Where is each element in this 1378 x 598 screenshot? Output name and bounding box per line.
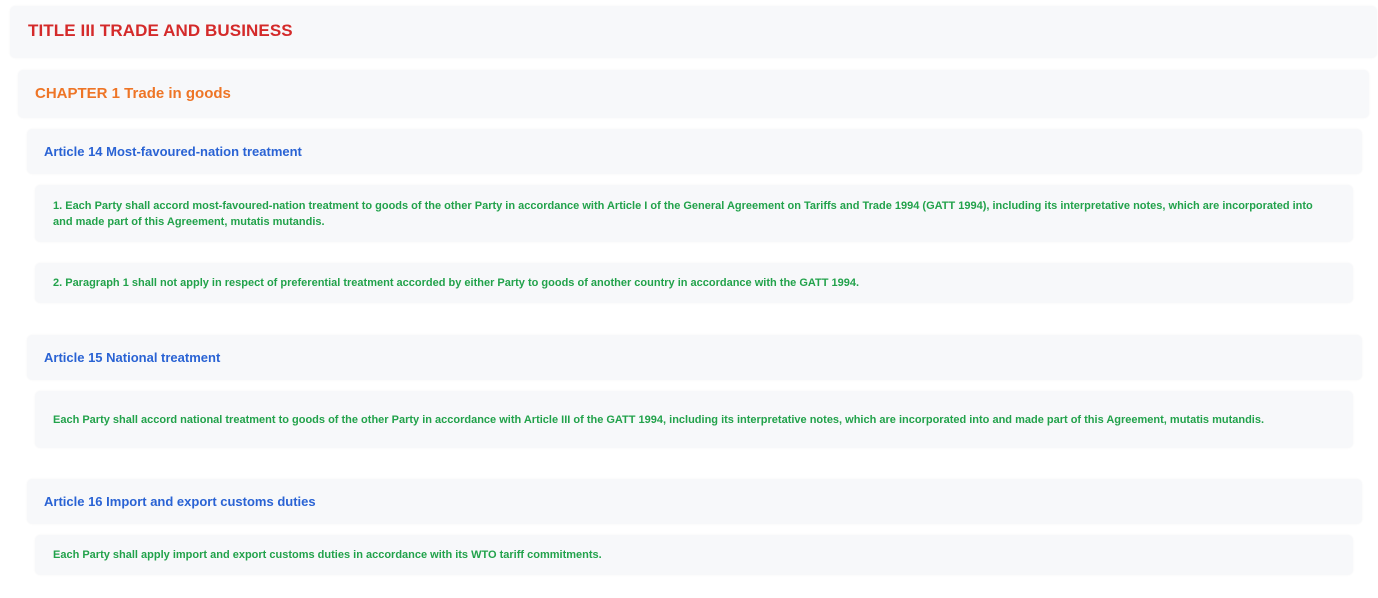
paragraph-text: Each Party shall accord national treatme… xyxy=(53,413,1265,426)
chapter-heading: CHAPTER 1 Trade in goods xyxy=(35,85,231,102)
article-heading: Article 16 Import and export customs dut… xyxy=(44,494,316,509)
article-heading: Article 15 National treatment xyxy=(44,350,221,365)
article-15-paragraph-1: Each Party shall accord national treatme… xyxy=(35,391,1353,448)
paragraph-text: 1. Each Party shall accord most-favoured… xyxy=(53,199,1313,228)
paragraph-text: 2. Paragraph 1 shall not apply in respec… xyxy=(53,277,860,289)
article-15-header: Article 15 National treatment xyxy=(27,335,1362,380)
article-14-paragraph-2: 2. Paragraph 1 shall not apply in respec… xyxy=(35,263,1353,303)
paragraph-text: Each Party shall apply import and export… xyxy=(53,549,602,561)
title-heading: TITLE III TRADE AND BUSINESS xyxy=(28,21,293,40)
article-16-header: Article 16 Import and export customs dut… xyxy=(27,479,1362,524)
article-14-paragraph-1: 1. Each Party shall accord most-favoured… xyxy=(35,185,1353,242)
title-section: TITLE III TRADE AND BUSINESS xyxy=(10,6,1377,58)
article-heading: Article 14 Most-favoured-nation treatmen… xyxy=(44,144,302,159)
document-page: TITLE III TRADE AND BUSINESS CHAPTER 1 T… xyxy=(0,0,1378,598)
article-14-header: Article 14 Most-favoured-nation treatmen… xyxy=(27,129,1362,174)
chapter-section: CHAPTER 1 Trade in goods xyxy=(18,70,1369,118)
article-16-paragraph-1: Each Party shall apply import and export… xyxy=(35,535,1353,575)
